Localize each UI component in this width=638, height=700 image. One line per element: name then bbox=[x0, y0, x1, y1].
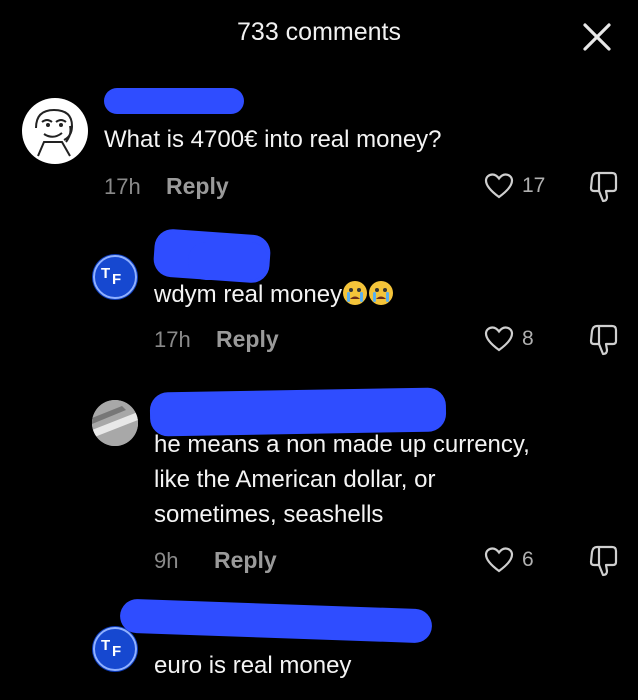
crying-face-icon bbox=[368, 280, 394, 306]
crying-face-icon bbox=[342, 280, 368, 306]
dislike-icon[interactable] bbox=[588, 544, 620, 583]
redacted-username bbox=[104, 88, 244, 114]
comment-text-content: wdym real money bbox=[154, 281, 343, 308]
redacted-username bbox=[119, 598, 433, 644]
tf-logo-avatar-icon[interactable]: T F bbox=[92, 626, 138, 672]
like-button[interactable]: 17 bbox=[484, 172, 545, 200]
like-count: 17 bbox=[522, 174, 546, 197]
comment-text: he means a non made up currency, like th… bbox=[154, 427, 530, 532]
comment-time: 17h bbox=[104, 174, 141, 199]
meme-guy-avatar-icon[interactable] bbox=[22, 98, 88, 164]
like-count: 8 bbox=[522, 327, 534, 350]
tf-logo-avatar-icon[interactable]: T F bbox=[92, 254, 138, 300]
dislike-icon[interactable] bbox=[588, 170, 620, 209]
like-count: 6 bbox=[522, 548, 534, 571]
svg-text:T: T bbox=[101, 265, 110, 282]
comment-text: euro is real money bbox=[154, 652, 352, 679]
dislike-icon[interactable] bbox=[588, 323, 620, 362]
svg-text:F: F bbox=[112, 643, 121, 660]
comments-header: 733 comments bbox=[0, 0, 638, 70]
comment-time: 9h bbox=[154, 548, 179, 573]
svg-text:T: T bbox=[101, 637, 110, 654]
reply-button[interactable]: Reply bbox=[216, 326, 279, 353]
comment-text-line: sometimes, seashells bbox=[154, 501, 384, 528]
comment-text-line: he means a non made up currency, bbox=[154, 431, 530, 458]
heart-icon bbox=[484, 547, 514, 573]
comment-text-line: like the American dollar, or bbox=[154, 466, 436, 493]
comment-text: wdym real money bbox=[154, 277, 394, 312]
like-button[interactable]: 6 bbox=[484, 546, 534, 574]
redacted-username bbox=[188, 242, 268, 280]
close-icon[interactable] bbox=[580, 20, 614, 54]
comment-text: What is 4700€ into real money? bbox=[104, 126, 442, 153]
comment-count-title: 733 comments bbox=[237, 18, 401, 46]
heart-icon bbox=[484, 326, 514, 352]
reply-button[interactable]: Reply bbox=[166, 173, 229, 200]
photo-avatar-icon[interactable] bbox=[92, 400, 138, 446]
svg-text:F: F bbox=[112, 271, 121, 288]
heart-icon bbox=[484, 173, 514, 199]
comment-time: 17h bbox=[154, 327, 191, 352]
like-button[interactable]: 8 bbox=[484, 325, 534, 353]
reply-button[interactable]: Reply bbox=[214, 547, 277, 574]
